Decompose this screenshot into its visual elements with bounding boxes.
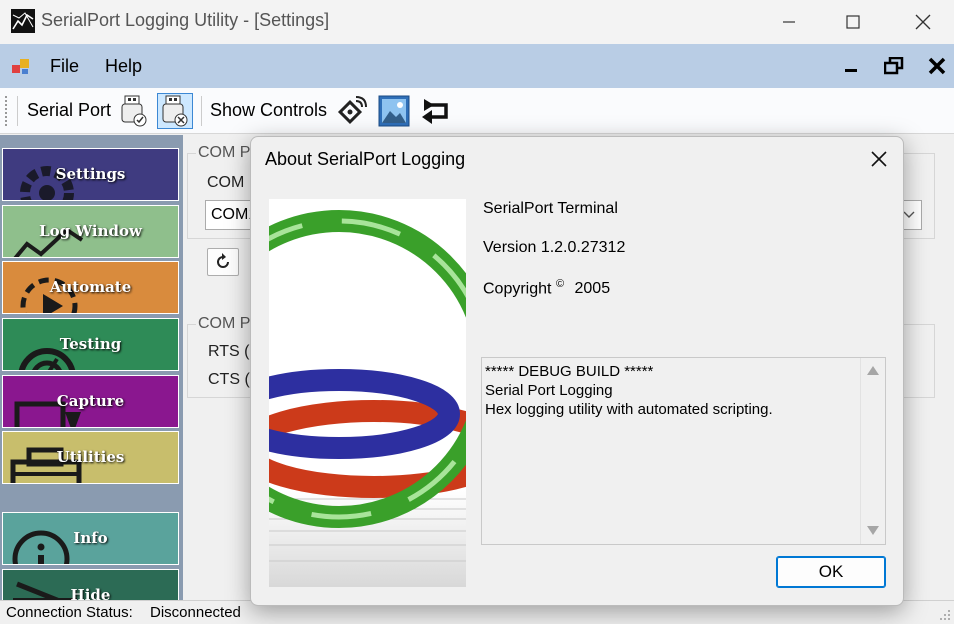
scroll-down-icon (867, 526, 879, 535)
rts-label: RTS ( (208, 343, 250, 360)
antenna-icon[interactable] (334, 93, 370, 129)
description-line: Hex logging utility with automated scrip… (485, 401, 773, 418)
serial-port-label: Serial Port (27, 100, 112, 120)
maximize-icon (846, 15, 860, 29)
sidebar-item-label: Automate (49, 278, 132, 296)
sidebar-item-testing[interactable]: Testing (2, 318, 179, 371)
menu-bar: File Help (0, 44, 954, 88)
mdi-window-icon[interactable] (11, 56, 31, 76)
sidebar-item-label: Utilities (56, 448, 125, 466)
mdi-close-button[interactable] (924, 54, 950, 78)
sidebar-item-label: Capture (56, 392, 125, 410)
sidebar-item-capture[interactable]: Capture (2, 375, 179, 428)
dialog-close-button[interactable] (863, 145, 895, 173)
com-port-field-label: COM (207, 174, 245, 191)
title-bar: SerialPort Logging Utility - [Settings] (0, 0, 954, 44)
minimize-button[interactable] (766, 6, 812, 38)
rings-logo-icon (269, 210, 466, 587)
product-name: SerialPort Terminal (483, 200, 618, 217)
mdi-minimize-button[interactable] (838, 54, 864, 78)
toolbar-separator (17, 96, 18, 126)
sidebar-item-label: Settings (55, 165, 126, 183)
minimize-icon (845, 69, 857, 72)
cts-label: CTS ( (208, 371, 250, 388)
copyright-year: 2005 (574, 280, 611, 298)
sidebar-item-label: Info (73, 529, 108, 547)
app-icon (11, 9, 35, 33)
sidebar-item-log-window[interactable]: Log Window (2, 205, 179, 258)
menu-help[interactable]: Help (105, 56, 142, 77)
copyright-symbol: © (555, 278, 565, 290)
refresh-icon (217, 253, 229, 268)
window-title: SerialPort Logging Utility - [Settings] (41, 10, 330, 30)
description-scrollbar[interactable] (860, 358, 885, 544)
toolbar: Serial Port Show Controls (0, 88, 954, 134)
mdi-restore-button[interactable] (881, 54, 907, 78)
ok-button[interactable]: OK (776, 556, 886, 588)
toolbar-grip[interactable] (5, 96, 8, 126)
chevron-down-icon (903, 211, 915, 218)
sidebar-item-label: Log Window (39, 222, 142, 240)
sidebar-item-info[interactable]: Info (2, 512, 179, 565)
minimize-icon (783, 21, 795, 23)
picture-icon[interactable] (376, 93, 412, 129)
menu-file[interactable]: File (50, 56, 79, 77)
resize-grip-icon[interactable] (939, 609, 951, 621)
sidebar-item-settings[interactable]: Settings (2, 148, 179, 201)
close-icon (871, 151, 887, 167)
sidebar: Settings Log Window Automate Testing Cap… (0, 135, 183, 600)
return-arrow-icon[interactable] (418, 93, 454, 129)
com-pins-group-label: COM P (196, 315, 253, 333)
description-textbox[interactable]: ***** DEBUG BUILD ***** Serial Port Logg… (481, 357, 886, 545)
close-button[interactable] (900, 6, 946, 38)
sidebar-item-utilities[interactable]: Utilities (2, 431, 179, 484)
restore-icon (884, 57, 904, 75)
refresh-ports-button[interactable] (207, 248, 239, 276)
com-port-group-label: COM P (196, 144, 253, 162)
connection-status-value: Disconnected (150, 604, 241, 621)
copyright-label: Copyright (483, 280, 552, 298)
dialog-title: About SerialPort Logging (265, 149, 466, 169)
maximize-button[interactable] (830, 6, 876, 38)
usb-connect-icon[interactable] (116, 93, 152, 129)
description-line: Serial Port Logging (485, 382, 613, 399)
description-line: ***** DEBUG BUILD ***** (485, 363, 654, 380)
toolbar-separator (201, 96, 202, 126)
close-icon (915, 14, 931, 30)
usb-disconnect-icon[interactable] (157, 93, 193, 129)
connection-status-label: Connection Status: (6, 604, 133, 621)
version-text: Version 1.2.0.27312 (483, 239, 626, 256)
logo-image (269, 199, 466, 587)
show-controls-label[interactable]: Show Controls (210, 100, 327, 121)
sidebar-item-automate[interactable]: Automate (2, 261, 179, 314)
sidebar-item-label: Hide (70, 586, 111, 600)
sidebar-item-label: Testing (59, 335, 122, 353)
close-icon (928, 57, 946, 75)
scroll-up-icon (867, 366, 879, 375)
copyright-text: Copyright © 2005 (483, 278, 610, 298)
sidebar-item-hide[interactable]: Hide (2, 569, 179, 600)
about-dialog: About SerialPort Logging SerialPort Term… (250, 136, 904, 606)
